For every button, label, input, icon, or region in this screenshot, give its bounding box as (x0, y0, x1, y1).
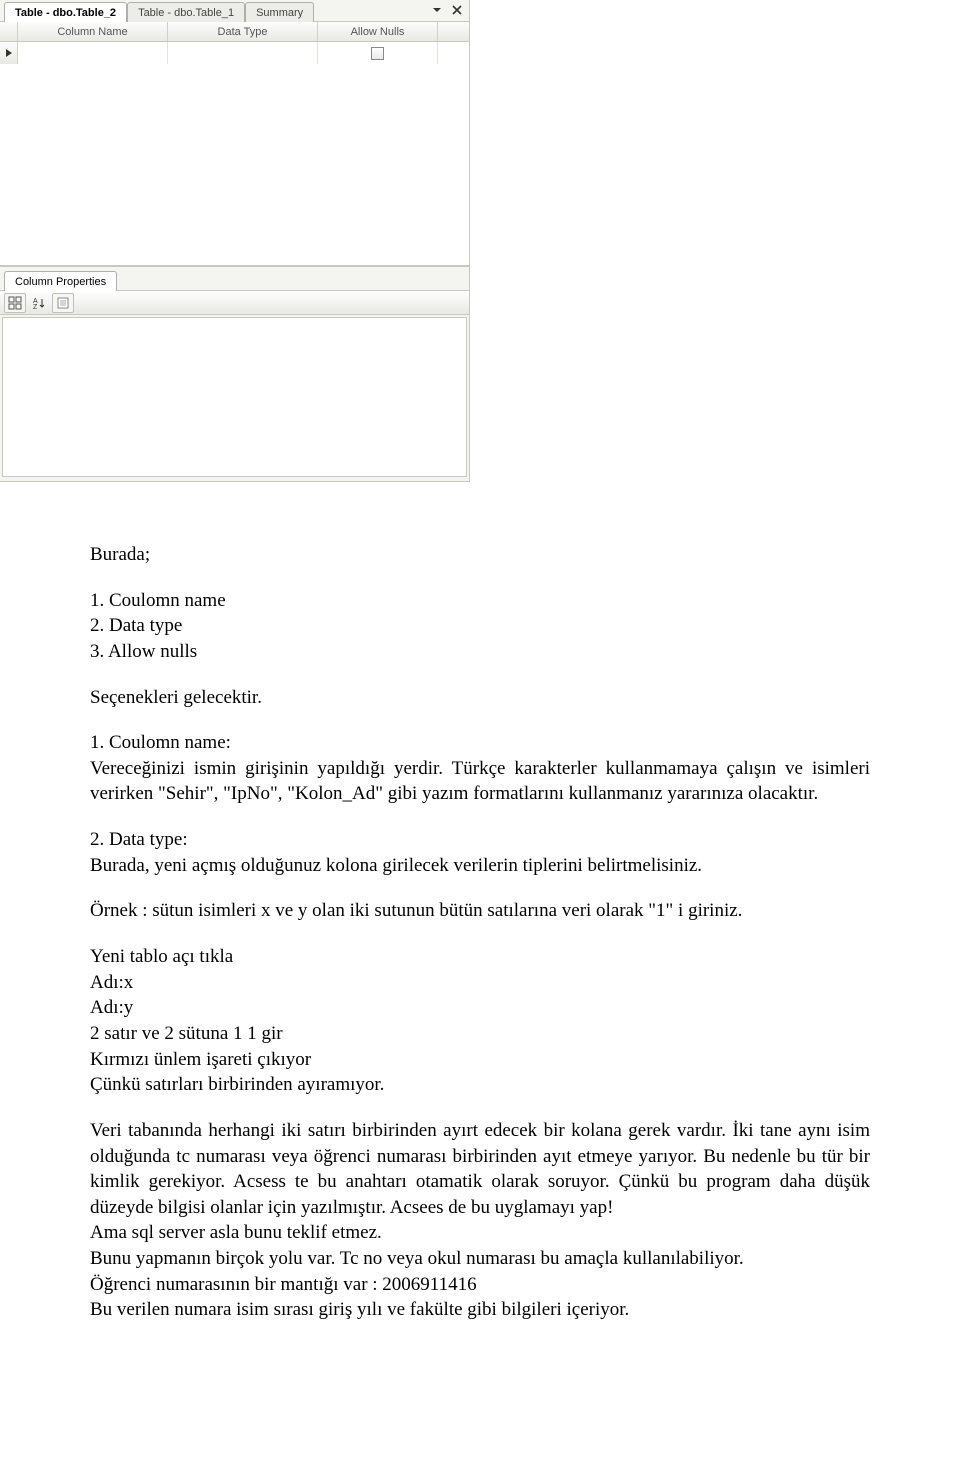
ssms-screenshot: Table - dbo.Table_2 Table - dbo.Table_1 … (0, 0, 470, 482)
property-pages-button[interactable] (52, 293, 74, 313)
text-line: Ama sql server asla bunu teklif etmez. (90, 1220, 870, 1246)
alphabetical-view-button[interactable]: A Z (28, 293, 50, 313)
svg-text:Z: Z (33, 304, 38, 310)
column-properties-tabstrip: Column Properties (0, 267, 469, 291)
text-paragraph: Vereceğinizi ismin girişinin yapıldığı y… (90, 756, 870, 807)
tab-label: Summary (256, 7, 303, 19)
column-properties-panel: Column Properties A Z (0, 266, 469, 477)
designer-grid (0, 42, 469, 266)
header-allow-nulls: Allow Nulls (318, 22, 438, 41)
header-column-name: Column Name (18, 22, 168, 41)
text-line: Bunu yapmanın birçok yolu var. Tc no vey… (90, 1246, 870, 1272)
row-selector-icon[interactable] (0, 42, 18, 64)
table-row (0, 42, 469, 64)
row-gutter-header (0, 22, 18, 41)
text-line: 3. Allow nulls (90, 639, 870, 665)
text-heading: 2. Data type: (90, 827, 870, 853)
tab-table-1[interactable]: Table - dbo.Table_1 (127, 2, 245, 22)
tab-dropdown-icon[interactable] (429, 2, 445, 18)
cell-column-name[interactable] (18, 42, 168, 64)
allow-nulls-checkbox[interactable] (371, 47, 384, 60)
text-line: Çünkü satırları birbirinden ayıramıyor. (90, 1072, 870, 1098)
text-line: Burada, yeni açmış olduğunuz kolona giri… (90, 853, 870, 879)
text-line: Bu verilen numara isim sırası giriş yılı… (90, 1297, 870, 1323)
document-tab-strip: Table - dbo.Table_2 Table - dbo.Table_1 … (0, 0, 469, 22)
text-line: Adı:x (90, 970, 870, 996)
text-line: Burada; (90, 542, 870, 568)
text-line: Adı:y (90, 995, 870, 1021)
tab-label: Table - dbo.Table_2 (15, 7, 116, 19)
column-name-input[interactable] (22, 47, 163, 59)
text-heading: 1. Coulomn name: (90, 730, 870, 756)
tab-summary[interactable]: Summary (245, 2, 314, 22)
cell-allow-nulls[interactable] (318, 42, 438, 64)
text-line: 2 satır ve 2 sütuna 1 1 gir (90, 1021, 870, 1047)
cell-data-type[interactable] (168, 42, 318, 64)
header-data-type: Data Type (168, 22, 318, 41)
tab-label: Column Properties (15, 276, 106, 288)
tab-close-icon[interactable] (449, 2, 465, 18)
categorized-view-button[interactable] (4, 293, 26, 313)
tab-label: Table - dbo.Table_1 (138, 7, 234, 19)
column-properties-toolbar: A Z (0, 291, 469, 315)
article-body: Burada; 1. Coulomn name 2. Data type 3. … (0, 482, 960, 1363)
text-line: 2. Data type (90, 613, 870, 639)
text-line: Öğrenci numarasının bir mantığı var : 20… (90, 1272, 870, 1298)
column-properties-body (2, 317, 467, 477)
text-paragraph: Veri tabanında herhangi iki satırı birbi… (90, 1118, 870, 1221)
text-line: Seçenekleri gelecektir. (90, 685, 870, 711)
designer-grid-header: Column Name Data Type Allow Nulls (0, 22, 469, 42)
tab-table-2[interactable]: Table - dbo.Table_2 (4, 2, 127, 22)
text-line: Yeni tablo açı tıkla (90, 944, 870, 970)
tab-column-properties[interactable]: Column Properties (4, 271, 117, 291)
text-line: Örnek : sütun isimleri x ve y olan iki s… (90, 898, 870, 924)
text-line: Kırmızı ünlem işareti çıkıyor (90, 1047, 870, 1073)
text-line: 1. Coulomn name (90, 588, 870, 614)
